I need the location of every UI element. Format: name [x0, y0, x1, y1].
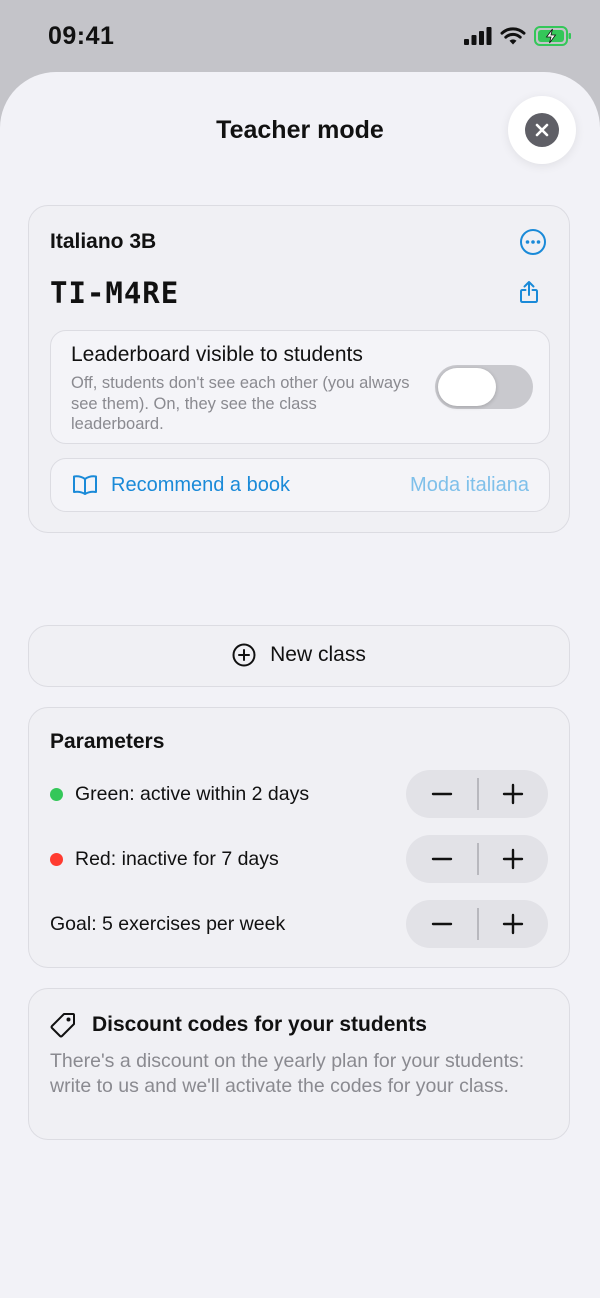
plus-icon	[502, 848, 523, 870]
recommend-book-button[interactable]: Recommend a book Moda italiana	[50, 458, 550, 512]
param-label: Red: inactive for 7 days	[75, 848, 279, 870]
param-row-goal: Goal: 5 exercises per week	[50, 900, 548, 948]
parameters-title: Parameters	[50, 730, 165, 753]
discount-description: There's a discount on the yearly plan fo…	[50, 1050, 525, 1097]
status-bar: 09:41	[0, 0, 600, 72]
plus-icon	[502, 913, 523, 935]
param-label: Green: active within 2 days	[75, 783, 310, 805]
status-icons	[464, 26, 572, 46]
green-days-stepper	[406, 770, 548, 818]
decrement-button[interactable]	[406, 900, 477, 948]
discount-title: Discount codes for your students	[92, 1013, 427, 1036]
class-name: Italiano 3B	[50, 230, 157, 253]
plus-circle-icon	[232, 643, 256, 667]
increment-button[interactable]	[477, 900, 548, 948]
book-icon	[72, 474, 98, 501]
more-options-icon[interactable]	[519, 228, 547, 261]
minus-icon	[431, 857, 452, 861]
class-code: TI-M4RE	[50, 276, 180, 310]
toggle-knob	[438, 368, 496, 406]
close-button[interactable]	[508, 96, 576, 164]
param-label: Goal: 5 exercises per week	[50, 913, 286, 935]
green-status-dot	[50, 788, 63, 801]
signal-icon	[464, 27, 492, 45]
leaderboard-title: Leaderboard visible to students	[71, 343, 363, 366]
plus-icon	[502, 783, 523, 805]
red-status-dot	[50, 853, 63, 866]
decrement-button[interactable]	[406, 770, 477, 818]
share-icon[interactable]	[519, 280, 539, 309]
increment-button[interactable]	[477, 835, 548, 883]
red-days-stepper	[406, 835, 548, 883]
leaderboard-setting: Leaderboard visible to students Off, stu…	[50, 330, 550, 444]
discount-card: Discount codes for your students There's…	[28, 988, 570, 1140]
param-row-green: Green: active within 2 days	[50, 770, 548, 818]
increment-button[interactable]	[477, 770, 548, 818]
param-row-red: Red: inactive for 7 days	[50, 835, 548, 883]
tag-icon	[49, 1011, 77, 1044]
minus-icon	[431, 792, 452, 796]
new-class-label: New class	[270, 643, 366, 666]
status-time: 09:41	[48, 22, 115, 50]
wifi-icon	[500, 26, 526, 44]
new-class-button[interactable]: New class	[28, 625, 570, 687]
recommended-book-value: Moda italiana	[410, 474, 529, 496]
recommend-book-label: Recommend a book	[111, 474, 290, 496]
minus-icon	[431, 922, 452, 926]
leaderboard-description: Off, students don't see each other (you …	[71, 374, 410, 433]
goal-stepper	[406, 900, 548, 948]
class-card: Italiano 3B TI-M4RE Leaderboard visible …	[28, 205, 570, 533]
leaderboard-toggle[interactable]	[435, 365, 533, 409]
teacher-mode-sheet: Teacher mode Italiano 3B TI-M4RE Leaderb…	[0, 72, 600, 1298]
battery-charging-icon	[534, 26, 571, 46]
decrement-button[interactable]	[406, 835, 477, 883]
close-icon	[525, 113, 559, 147]
parameters-card: Parameters Green: active within 2 days R…	[28, 707, 570, 968]
